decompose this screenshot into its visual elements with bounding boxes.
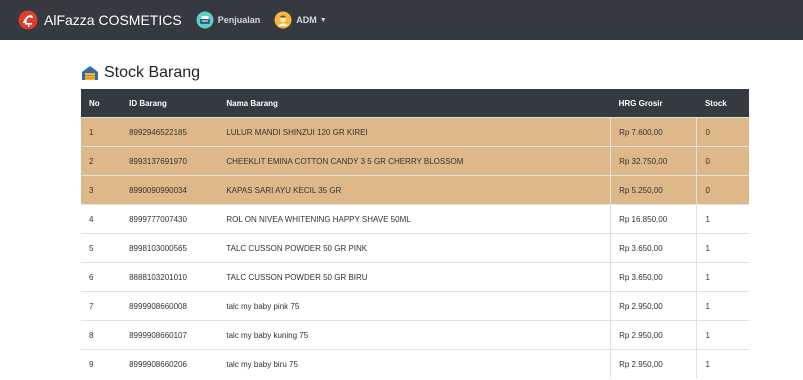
nav-penjualan-label: Penjualan <box>217 15 261 25</box>
cell-stock: 1 <box>696 320 749 350</box>
user-avatar-icon <box>274 11 292 29</box>
cell-hrg: Rp 3.650,00 <box>610 233 697 263</box>
cell-no: 2 <box>81 146 122 176</box>
cell-no: 3 <box>81 175 122 205</box>
cell-no: 7 <box>81 291 122 321</box>
cell-stock: 1 <box>696 233 749 263</box>
cell-id: 8888103201010 <box>121 262 219 292</box>
cell-id: 8999777007430 <box>121 204 219 234</box>
cell-stock: 0 <box>696 146 749 176</box>
cell-stock: 0 <box>696 117 749 147</box>
col-nama-barang: Nama Barang <box>218 89 611 118</box>
cell-name: LULUR MANDI SHINZUI 120 GR KIREI <box>218 117 611 147</box>
page-title: Stock Barang <box>104 64 201 81</box>
table-row[interactable]: 4 8999777007430 ROL ON NIVEA WHITENING H… <box>81 204 749 234</box>
brand[interactable]: AlFazza COSMETICS <box>18 10 182 30</box>
cell-name: talc my baby pink 75 <box>218 291 611 321</box>
nav-penjualan[interactable]: Penjualan <box>196 11 261 29</box>
cell-id: 8990090990034 <box>121 175 219 205</box>
cell-no: 6 <box>81 262 122 292</box>
warehouse-icon <box>82 66 98 80</box>
cell-name: CHEEKLIT EMINA COTTON CANDY 3 5 GR CHERR… <box>218 146 611 176</box>
cell-hrg: Rp 2.950,00 <box>610 291 697 321</box>
cell-hrg: Rp 16.850,00 <box>610 204 697 234</box>
cell-id: 8992946522185 <box>121 117 219 147</box>
col-id-barang: ID Barang <box>121 89 219 118</box>
cell-name: TALC CUSSON POWDER 50 GR PINK <box>218 233 611 263</box>
cell-id: 8998103000565 <box>121 233 219 263</box>
table-row[interactable]: 9 8999908660206 talc my baby biru 75 Rp … <box>81 349 749 378</box>
table-row[interactable]: 3 8990090990034 KAPAS SARI AYU KECIL 35 … <box>81 175 749 205</box>
cell-hrg: Rp 5.250,00 <box>610 175 697 205</box>
table-row[interactable]: 7 8999908660008 talc my baby pink 75 Rp … <box>81 291 749 321</box>
cell-stock: 1 <box>696 262 749 292</box>
cell-name: TALC CUSSON POWDER 50 GR BIRU <box>218 262 611 292</box>
cell-no: 1 <box>81 117 122 147</box>
cell-hrg: Rp 32.750,00 <box>610 146 697 176</box>
col-hrg-grosir: HRG Grosir <box>610 89 697 118</box>
cell-no: 8 <box>81 320 122 350</box>
cell-id: 8999908660107 <box>121 320 219 350</box>
table-header-row: No ID Barang Nama Barang HRG Grosir Stoc… <box>81 89 749 118</box>
salon-chair-icon <box>18 10 38 30</box>
cell-hrg: Rp 7.600,00 <box>610 117 697 147</box>
cell-name: talc my baby kuning 75 <box>218 320 611 350</box>
stock-table: No ID Barang Nama Barang HRG Grosir Stoc… <box>81 89 749 378</box>
col-stock: Stock <box>696 89 749 118</box>
cash-register-icon <box>196 11 214 29</box>
cell-no: 9 <box>81 349 122 378</box>
cell-hrg: Rp 2.950,00 <box>610 320 697 350</box>
cell-no: 4 <box>81 204 122 234</box>
cell-name: talc my baby biru 75 <box>218 349 611 378</box>
page-heading: Stock Barang <box>81 64 200 82</box>
cell-stock: 1 <box>696 291 749 321</box>
cell-hrg: Rp 2.950,00 <box>610 349 697 378</box>
navbar: AlFazza COSMETICS Penjualan ADM ▼ <box>0 0 803 40</box>
table-row[interactable]: 2 8993137691970 CHEEKLIT EMINA COTTON CA… <box>81 146 749 176</box>
cell-name: ROL ON NIVEA WHITENING HAPPY SHAVE 50ML <box>218 204 611 234</box>
table-row[interactable]: 1 8992946522185 LULUR MANDI SHINZUI 120 … <box>81 117 749 147</box>
cell-name: KAPAS SARI AYU KECIL 35 GR <box>218 175 611 205</box>
cell-no: 5 <box>81 233 122 263</box>
user-menu[interactable]: ADM ▼ <box>274 11 327 29</box>
cell-stock: 1 <box>696 349 749 378</box>
brand-name: AlFazza COSMETICS <box>44 12 182 28</box>
table-row[interactable]: 5 8998103000565 TALC CUSSON POWDER 50 GR… <box>81 233 749 263</box>
cell-hrg: Rp 3.650,00 <box>610 262 697 292</box>
table-row[interactable]: 8 8999908660107 talc my baby kuning 75 R… <box>81 320 749 350</box>
chevron-down-icon: ▼ <box>319 16 327 24</box>
cell-stock: 0 <box>696 175 749 205</box>
col-no: No <box>81 89 122 118</box>
cell-stock: 1 <box>696 204 749 234</box>
table-row[interactable]: 6 8888103201010 TALC CUSSON POWDER 50 GR… <box>81 262 749 292</box>
cell-id: 8999908660206 <box>121 349 219 378</box>
cell-id: 8993137691970 <box>121 146 219 176</box>
cell-id: 8999908660008 <box>121 291 219 321</box>
user-name: ADM <box>296 15 317 25</box>
